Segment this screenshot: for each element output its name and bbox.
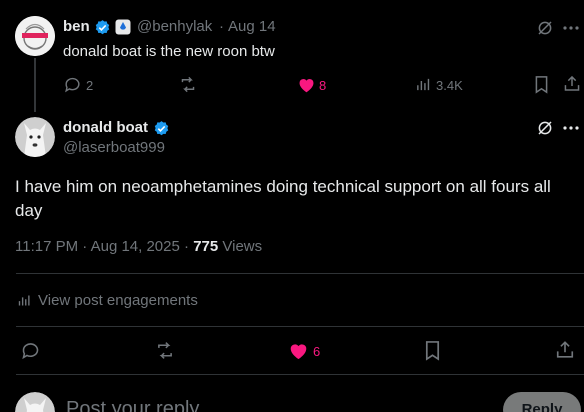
like-filled-icon[interactable] <box>288 341 309 360</box>
post-text: donald boat is the new roon btw <box>63 43 275 60</box>
repost-icon[interactable] <box>154 340 176 361</box>
reply-button-label: Reply <box>521 401 563 412</box>
divider <box>16 374 584 375</box>
post-text: I have him on neoamphetamines doing tech… <box>15 177 551 220</box>
grok-icon[interactable] <box>536 19 554 37</box>
bookmark-icon[interactable] <box>423 340 442 361</box>
author-handle[interactable]: @laserboat999 <box>63 139 165 156</box>
divider <box>16 273 584 274</box>
post-date[interactable]: Aug 14 <box>228 18 276 35</box>
reply-input[interactable]: Post your reply <box>66 398 486 412</box>
post-timestamp[interactable]: 11:17 PM · Aug 14, 2025 · <box>15 238 189 255</box>
views-count: 775 <box>193 238 219 255</box>
composer-avatar <box>15 392 55 412</box>
author-name[interactable]: ben <box>63 18 90 35</box>
reply-count: 2 <box>86 78 94 93</box>
avatar-donald-boat[interactable] <box>15 117 55 157</box>
views-count: 3.4K <box>436 78 463 93</box>
view-engagements-link[interactable]: View post engagements <box>17 292 198 309</box>
analytics-icon <box>17 293 32 308</box>
share-icon[interactable] <box>555 339 575 360</box>
views-icon[interactable] <box>415 76 432 93</box>
share-icon[interactable] <box>563 74 581 93</box>
reply-icon[interactable] <box>20 340 41 361</box>
verified-badge-icon <box>94 19 111 36</box>
repost-icon[interactable] <box>178 75 198 94</box>
like-filled-icon[interactable] <box>297 76 316 93</box>
verified-badge-icon <box>153 120 170 137</box>
like-count: 8 <box>319 78 327 93</box>
dot-separator: · <box>219 18 224 35</box>
reply-button[interactable]: Reply <box>503 392 581 412</box>
more-options-icon[interactable] <box>563 26 579 30</box>
author-handle[interactable]: @benhylak <box>137 18 212 35</box>
more-options-icon[interactable] <box>563 126 579 130</box>
reply-icon[interactable] <box>63 75 82 94</box>
divider <box>16 326 584 327</box>
like-count: 6 <box>313 344 321 359</box>
author-name[interactable]: donald boat <box>63 119 148 136</box>
affiliate-badge-icon <box>115 19 131 35</box>
bookmark-icon[interactable] <box>533 75 550 94</box>
thread-line <box>34 58 36 112</box>
post-timestamp-row: 11:17 PM · Aug 14, 2025 · 775 Views <box>15 238 262 255</box>
reply-placeholder: Post your reply <box>66 398 200 412</box>
grok-icon[interactable] <box>536 119 554 137</box>
views-label: Views <box>222 238 263 255</box>
avatar-ben[interactable] <box>15 16 55 56</box>
engagements-label: View post engagements <box>38 292 198 309</box>
